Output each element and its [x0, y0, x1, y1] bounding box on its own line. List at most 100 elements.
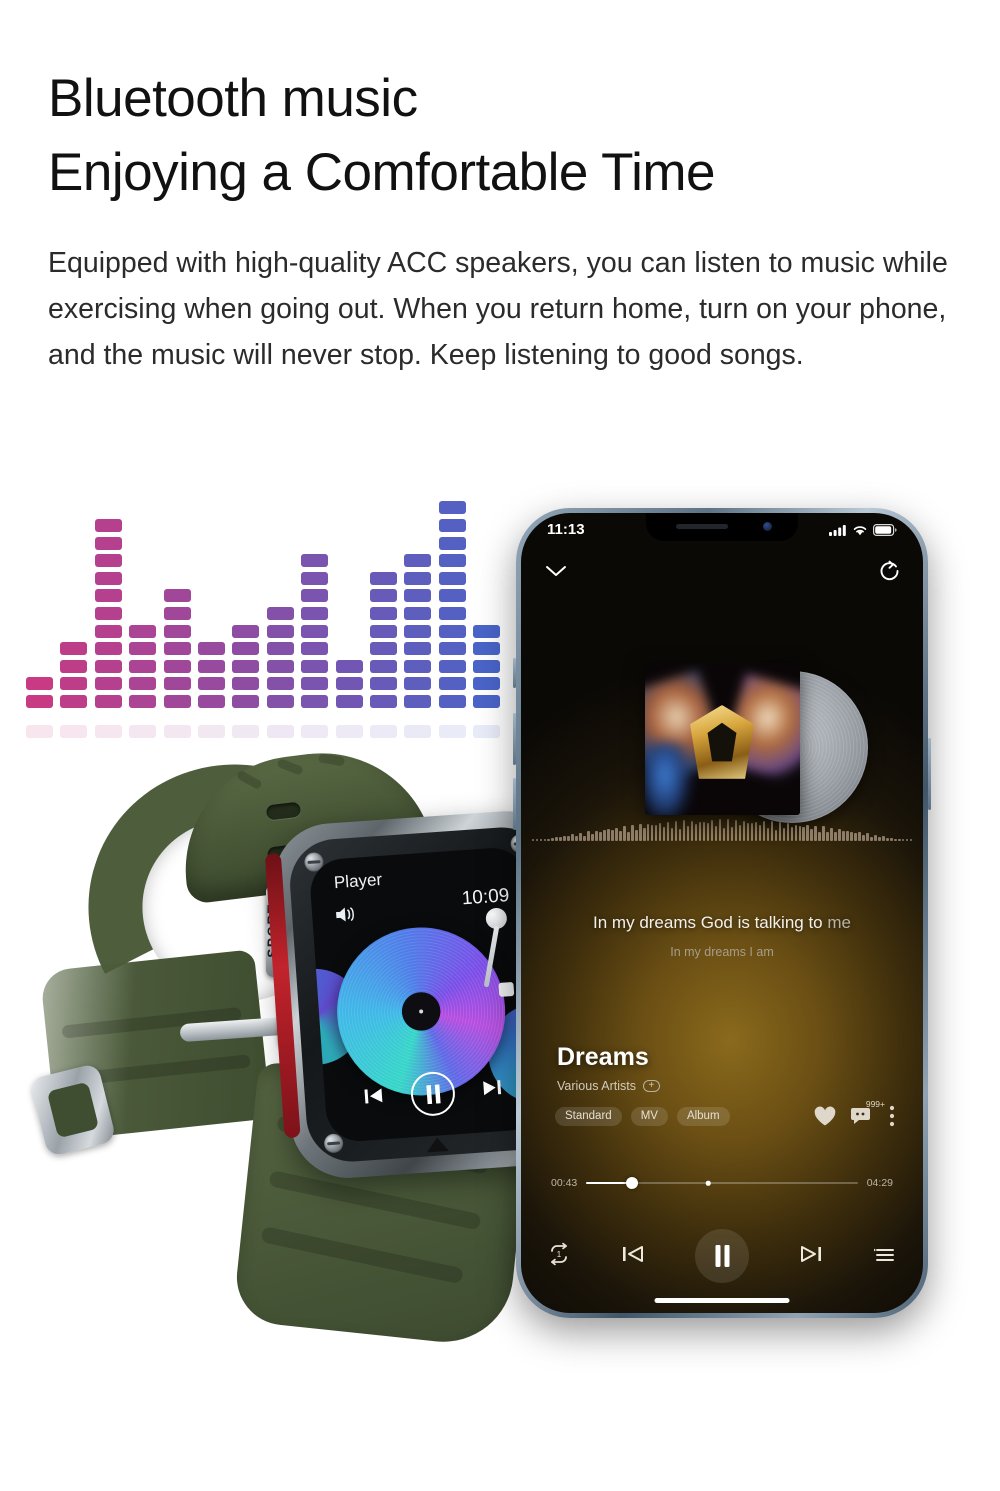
pause-button[interactable]	[695, 1229, 749, 1283]
equalizer-reflection	[266, 725, 294, 738]
equalizer-reflection	[301, 725, 329, 738]
equalizer-bar	[163, 607, 191, 621]
equalizer-bar	[301, 659, 329, 673]
equalizer-reflection	[94, 725, 122, 738]
waveform-bar	[878, 837, 881, 841]
waveform-bar	[559, 836, 562, 841]
waveform-bar	[551, 837, 554, 841]
equalizer-bar	[94, 695, 122, 708]
equalizer-bar	[129, 624, 157, 638]
equalizer-bar	[301, 589, 329, 603]
chip-album[interactable]: Album	[676, 1106, 730, 1126]
track-artist-row: Various Artists +	[557, 1079, 660, 1093]
equalizer-bar	[94, 659, 122, 673]
waveform-bar	[579, 832, 582, 841]
equalizer-bar	[94, 607, 122, 621]
comment-icon[interactable]: 999+	[850, 1099, 885, 1126]
phone-volume-down-button[interactable]	[513, 778, 516, 830]
more-vertical-icon[interactable]	[889, 1105, 895, 1127]
equalizer-bar	[301, 695, 329, 708]
svg-text:1: 1	[557, 1250, 562, 1259]
equalizer-bar	[335, 659, 363, 673]
follow-artist-button[interactable]: +	[642, 1080, 660, 1092]
elapsed-time: 00:43	[551, 1177, 578, 1189]
equalizer-bar	[266, 677, 294, 691]
chip-mv[interactable]: MV	[630, 1106, 668, 1126]
heart-icon[interactable]	[813, 1106, 837, 1127]
equalizer-column	[26, 673, 53, 708]
waveform-bar	[818, 831, 821, 841]
equalizer-bar	[301, 677, 329, 691]
band-ridge	[318, 753, 346, 767]
equalizer-bar	[266, 607, 294, 621]
equalizer-bar	[60, 642, 88, 656]
waveform-bar	[535, 839, 538, 841]
equalizer-bar	[26, 695, 53, 708]
waveform-bar	[778, 821, 781, 841]
lyric-next-line: In my dreams I am	[670, 945, 774, 959]
home-indicator[interactable]	[654, 1298, 790, 1303]
waveform-bar	[611, 830, 614, 841]
equalizer-column	[129, 620, 157, 708]
equalizer-bar	[404, 659, 432, 673]
audio-waveform	[521, 815, 923, 841]
track-artist[interactable]: Various Artists	[557, 1079, 636, 1093]
phone-power-button[interactable]	[928, 738, 931, 810]
chip-standard[interactable]: Standard	[555, 1106, 622, 1126]
waveform-bar	[906, 839, 909, 841]
watch-previous-button[interactable]	[362, 1084, 386, 1112]
waveform-bar	[706, 823, 710, 841]
album-cover-image[interactable]	[644, 663, 800, 815]
phone-volume-up-button[interactable]	[513, 713, 516, 765]
next-track-icon[interactable]	[798, 1241, 824, 1272]
progress-knob[interactable]	[626, 1177, 639, 1189]
equalizer-column	[60, 638, 88, 708]
watch-pause-button[interactable]	[409, 1070, 457, 1118]
waveform-bar	[870, 837, 873, 841]
waveform-bar	[854, 833, 857, 841]
equalizer-bar	[198, 677, 225, 691]
equalizer-bar	[198, 695, 225, 708]
waveform-bar	[619, 831, 622, 841]
equalizer-bar	[232, 677, 260, 691]
waveform-bar	[547, 838, 550, 841]
volume-icon[interactable]	[334, 904, 358, 930]
equalizer-bar	[404, 695, 432, 708]
progress-slider[interactable]	[586, 1177, 858, 1189]
waveform-bar	[539, 839, 542, 841]
waveform-bar	[850, 831, 853, 841]
equalizer-reflection	[438, 725, 466, 738]
equalizer-bar	[404, 624, 432, 638]
waveform-bar	[846, 831, 849, 841]
phone-mute-switch[interactable]	[513, 658, 516, 688]
equalizer-bar	[404, 607, 432, 621]
previous-track-icon[interactable]	[620, 1241, 646, 1272]
equalizer-bar	[438, 642, 466, 656]
equalizer-bar	[232, 659, 260, 673]
equalizer-bar	[129, 695, 157, 708]
waveform-bar	[631, 824, 634, 841]
waveform-bar	[595, 830, 598, 841]
watch-next-button[interactable]	[480, 1075, 504, 1103]
waveform-bar	[806, 825, 809, 841]
waveform-bar	[746, 823, 750, 841]
waveform-bar	[770, 820, 773, 841]
equalizer-bar	[232, 642, 260, 656]
chevron-down-icon[interactable]	[543, 563, 569, 584]
waveform-bar	[862, 835, 865, 841]
equalizer-column	[163, 585, 191, 708]
equalizer-column	[370, 567, 397, 708]
equalizer-bar	[473, 624, 501, 638]
equalizer-column	[198, 638, 225, 708]
share-refresh-icon[interactable]	[877, 559, 901, 588]
equalizer-bar	[266, 624, 294, 638]
watch-screen[interactable]: Player 10:09	[308, 845, 544, 1144]
playlist-icon[interactable]	[873, 1244, 897, 1269]
waveform-bar	[635, 830, 638, 841]
equalizer-bar	[266, 695, 294, 708]
repeat-one-icon[interactable]: 1	[547, 1242, 571, 1271]
band-hole	[265, 801, 302, 821]
waveform-bar	[543, 838, 546, 841]
equalizer-column	[232, 620, 260, 708]
waveform-bar	[678, 829, 682, 841]
